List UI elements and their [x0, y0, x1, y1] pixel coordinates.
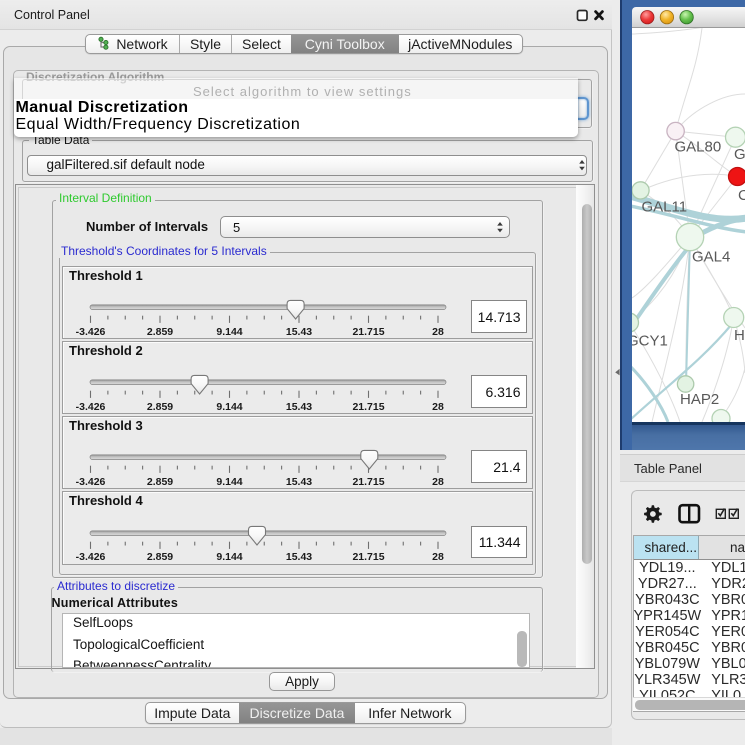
svg-text:HAP2: HAP2: [680, 391, 719, 408]
svg-text:GAL80: GAL80: [675, 138, 722, 155]
svg-text:GCY1: GCY1: [632, 332, 668, 349]
svg-text:H: H: [734, 327, 745, 344]
svg-text:GAL4: GAL4: [692, 248, 730, 265]
svg-text:C: C: [738, 187, 745, 204]
svg-text:GA: GA: [734, 146, 745, 163]
svg-text:GAL11: GAL11: [642, 198, 688, 215]
